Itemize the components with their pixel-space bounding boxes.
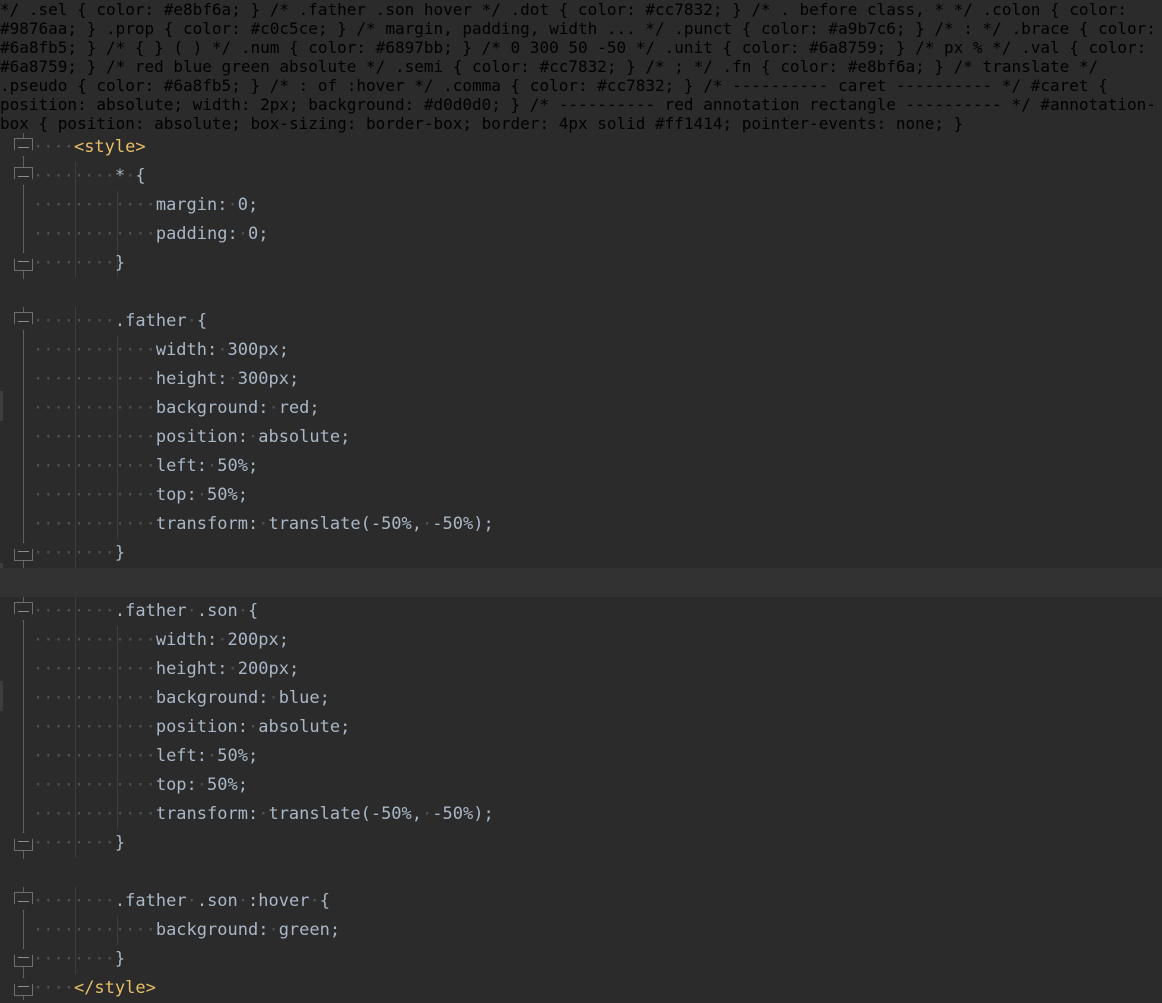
leading-whitespace: ············: [33, 398, 156, 418]
leading-whitespace: ············: [33, 688, 156, 708]
code-line[interactable]: ············top:·50%;: [0, 481, 1162, 510]
code-text: ············left:·50%;: [33, 456, 259, 476]
code-text: ············height:·300px;: [33, 369, 300, 389]
code-text: ············height:·200px;: [33, 659, 300, 679]
code-line[interactable]: ············background:·red;: [0, 394, 1162, 423]
code-text: ········}: [33, 253, 126, 273]
code-text: ········.father·.son·:hover·{: [33, 891, 330, 911]
code-editor[interactable]: ····<style> ········*·{ ············margin…: [0, 133, 1162, 1000]
code-text: ····<style>: [33, 137, 146, 157]
leading-whitespace: ········: [33, 166, 115, 186]
leading-whitespace: ········: [33, 891, 115, 911]
code-line[interactable]: ····</style>: [0, 974, 1162, 1003]
leading-whitespace: ············: [33, 340, 156, 360]
leading-whitespace: ············: [33, 224, 156, 244]
leading-whitespace: ········: [33, 253, 115, 273]
leading-whitespace: ····: [33, 137, 74, 157]
code-text: ····</style>: [33, 978, 156, 998]
code-line[interactable]: ············left:·50%;: [0, 452, 1162, 481]
leading-whitespace: ············: [33, 369, 156, 389]
leading-whitespace: ············: [33, 427, 156, 447]
code-line[interactable]: ····<style>: [0, 133, 1162, 162]
code-line[interactable]: ············margin:·0;: [0, 191, 1162, 220]
code-line[interactable]: ············position:·absolute;: [0, 713, 1162, 742]
code-text: ············top:·50%;: [33, 485, 249, 505]
leading-whitespace: ············: [33, 456, 156, 476]
code-line[interactable]: ············height:·200px;: [0, 655, 1162, 684]
code-text: ············background:·blue;: [33, 688, 330, 708]
code-line[interactable]: ········.father·.son·:hover·{: [0, 887, 1162, 916]
leading-whitespace: ············: [33, 485, 156, 505]
code-text: ············width:·200px;: [33, 630, 289, 650]
leading-whitespace: ············: [33, 630, 156, 650]
code-line[interactable]: ············width:·200px;: [0, 626, 1162, 655]
code-line[interactable]: ············background:·blue;: [0, 684, 1162, 713]
code-text: ············background:·red;: [33, 398, 320, 418]
code-line[interactable]: [0, 858, 1162, 887]
code-line[interactable]: ········.father·{: [0, 307, 1162, 336]
code-text: ········*·{: [33, 166, 146, 186]
leading-whitespace: ············: [33, 775, 156, 795]
code-text: ········}: [33, 949, 126, 969]
leading-whitespace: ····: [33, 978, 74, 998]
leading-whitespace: ········: [33, 311, 115, 331]
code-line[interactable]: ············left:·50%;: [0, 742, 1162, 771]
code-text: ········}: [33, 543, 126, 563]
code-text: ········.father·.son·{: [33, 601, 259, 621]
code-text: ············top:·50%;: [33, 775, 249, 795]
leading-whitespace: ············: [33, 746, 156, 766]
code-line[interactable]: ············width:·300px;: [0, 336, 1162, 365]
code-text: ············left:·50%;: [33, 746, 259, 766]
code-line[interactable]: ········*·{: [0, 162, 1162, 191]
code-line[interactable]: ········}: [0, 945, 1162, 974]
leading-whitespace: ········: [33, 949, 115, 969]
code-line[interactable]: ············transform:·translate(-50%,·-…: [0, 800, 1162, 829]
code-text: ············position:·absolute;: [33, 427, 351, 447]
leading-whitespace: ············: [33, 195, 156, 215]
code-text: ············width:·300px;: [33, 340, 289, 360]
code-line[interactable]: ········}: [0, 539, 1162, 568]
leading-whitespace: ············: [33, 717, 156, 737]
code-line[interactable]: ············top:·50%;: [0, 771, 1162, 800]
leading-whitespace: ············: [33, 920, 156, 940]
code-line[interactable]: ············position:·absolute;: [0, 423, 1162, 452]
code-line[interactable]: ········}: [0, 829, 1162, 858]
code-line[interactable]: ············background:·green;: [0, 916, 1162, 945]
code-text: ············margin:·0;: [33, 195, 259, 215]
code-line[interactable]: ············height:·300px;: [0, 365, 1162, 394]
leading-whitespace: ············: [33, 514, 156, 534]
leading-whitespace: ············: [33, 659, 156, 679]
code-line[interactable]: [0, 278, 1162, 307]
leading-whitespace: ········: [33, 543, 115, 563]
code-text: ············position:·absolute;: [33, 717, 351, 737]
leading-whitespace: ········: [33, 601, 115, 621]
code-text: ············padding:·0;: [33, 224, 269, 244]
code-text: ········.father·{: [33, 311, 208, 331]
code-text: ············transform:·translate(-50%,·-…: [33, 804, 494, 824]
code-line[interactable]: ········}: [0, 249, 1162, 278]
code-line[interactable]: [0, 568, 1162, 597]
code-line[interactable]: ············transform:·translate(-50%,·-…: [0, 510, 1162, 539]
leading-whitespace: ········: [33, 833, 115, 853]
code-text: ············background:·green;: [33, 920, 341, 940]
code-line[interactable]: ········.father·.son·{: [0, 597, 1162, 626]
code-line[interactable]: ············padding:·0;: [0, 220, 1162, 249]
code-text: ············transform:·translate(-50%,·-…: [33, 514, 494, 534]
leading-whitespace: ············: [33, 804, 156, 824]
code-text: ········}: [33, 833, 126, 853]
